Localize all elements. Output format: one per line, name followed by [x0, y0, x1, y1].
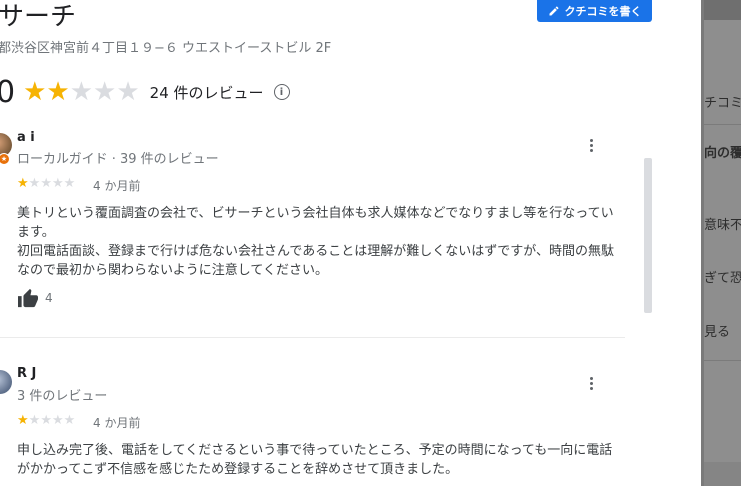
star-icon: ★ — [51, 413, 64, 428]
star-icon: ★ — [28, 413, 41, 428]
write-review-button[interactable]: クチコミを書く — [537, 0, 652, 22]
review-divider — [0, 337, 625, 338]
review-date: 4 か月前 — [93, 179, 141, 193]
background-panel-text: ぎて恐ら — [704, 271, 741, 286]
background-panel-text: 見る — [704, 325, 731, 340]
background-panel-text: チコミ — [704, 96, 741, 111]
like-count: 4 — [45, 291, 53, 305]
background-divider — [704, 124, 741, 125]
background-panel-text: 向の覆面 — [704, 146, 741, 161]
star-icon: ★ — [40, 176, 52, 191]
review-date: 4 か月前 — [93, 416, 141, 430]
place-title: サーチ — [0, 2, 77, 32]
star-icon: ★ — [40, 413, 52, 428]
background-panel-header — [704, 0, 741, 20]
info-icon[interactable]: i — [273, 84, 290, 100]
star-icon: ★ — [69, 77, 94, 107]
review-paragraph: 初回電話面談、登録まで行けば危ない会社さんであることは理解が難しくないはずですが… — [17, 244, 614, 278]
review-stars: ★ ★ ★ ★ ★ — [17, 414, 75, 427]
star-icon: ★ — [116, 77, 140, 107]
reviewer-avatar[interactable] — [0, 370, 12, 394]
rating-stars: ★ ★ ★ ★ ★ — [23, 79, 140, 105]
like-button[interactable]: 4 — [17, 288, 53, 308]
star-icon: ★ — [23, 77, 47, 107]
local-guide-badge-icon: ★ — [0, 153, 10, 165]
reviewer-meta[interactable]: 3 件のレビュー — [17, 385, 107, 404]
star-icon: ★ — [93, 77, 117, 107]
reviewer-name[interactable]: a i — [17, 130, 35, 145]
star-icon: ★ — [17, 176, 29, 191]
reviewer-meta[interactable]: ローカルガイド · 39 件のレビュー — [17, 148, 219, 167]
write-review-label: クチコミを書く — [564, 5, 642, 18]
star-icon: ★ — [46, 77, 70, 107]
background-panel: チコミ 向の覆面 意味不明 ぎて恐ら 見る — [704, 0, 741, 486]
star-icon: ★ — [63, 413, 76, 428]
pencil-icon — [549, 6, 558, 16]
background-panel-footer — [704, 462, 741, 486]
rating-summary: 0 ★ ★ ★ ★ ★ 24 件のレビュー i — [0, 74, 290, 110]
more-options-icon[interactable] — [588, 377, 594, 390]
review-paragraph: 美トリという覆面調査の会社で、ビサーチという会社自体も求人媒体などでなりすまし等… — [17, 206, 614, 240]
review-count: 24 件のレビュー — [149, 83, 264, 102]
background-divider — [704, 360, 741, 361]
background-panel-text: 意味不明 — [704, 218, 741, 233]
more-options-icon[interactable] — [588, 139, 594, 152]
place-address: 都渋谷区神宮前４丁目１９−６ ウエストイーストビル 2F — [0, 41, 332, 56]
review-text: 申し込み完了後、電話をしてくださるという事で待っていたところ、予定の時間になって… — [17, 441, 622, 479]
reviewer-name[interactable]: R J — [17, 366, 36, 381]
scrollbar-thumb[interactable] — [644, 158, 652, 313]
star-icon: ★ — [51, 176, 64, 191]
star-icon: ★ — [17, 413, 29, 428]
review-stars: ★ ★ ★ ★ ★ — [17, 177, 75, 190]
thumbs-up-icon — [18, 288, 38, 308]
star-icon: ★ — [63, 176, 76, 191]
review-text: 美トリという覆面調査の会社で、ビサーチという会社自体も求人媒体などでなりすまし等… — [17, 204, 622, 280]
rating-value: 0 — [0, 74, 16, 110]
star-icon: ★ — [28, 176, 41, 191]
review-paragraph: 申し込み完了後、電話をしてくださるという事で待っていたところ、予定の時間になって… — [17, 443, 613, 477]
